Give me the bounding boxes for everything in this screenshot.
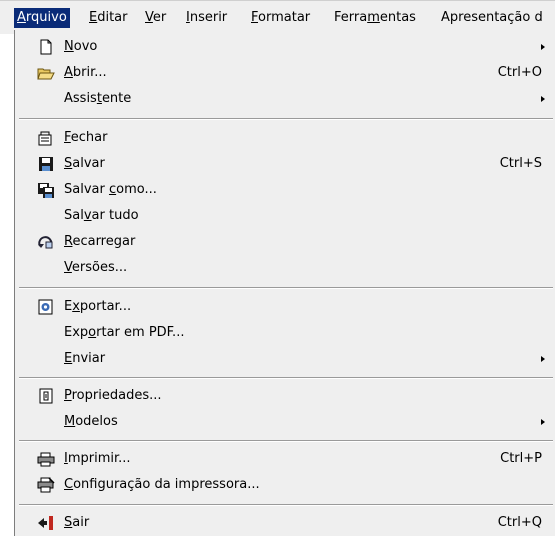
- separator: [19, 440, 553, 442]
- menu-ferramentas-mnemonic: m: [367, 10, 380, 25]
- menu-ver[interactable]: Ver: [142, 8, 169, 28]
- menu-item-configuracao-impressora[interactable]: Configuração da impressora...: [15, 472, 555, 498]
- menu-arquivo[interactable]: Arquivo: [14, 8, 70, 28]
- save-as-icon: [37, 182, 55, 198]
- menu-editar[interactable]: Editar: [86, 8, 131, 28]
- menu-item-fechar[interactable]: Fechar: [15, 125, 555, 151]
- printer-icon: [37, 451, 55, 467]
- menu-item-versoes[interactable]: Versões...: [15, 255, 555, 281]
- menu-item-label: Exportar...: [64, 299, 132, 314]
- menu-ferramentas-pre: Ferra: [334, 10, 368, 25]
- separator: [19, 118, 553, 120]
- menu-item-label: Imprimir...: [64, 451, 131, 466]
- menu-inserir[interactable]: Inserir: [183, 8, 230, 28]
- menu-item-label: Novo: [64, 39, 98, 54]
- menu-item-novo[interactable]: Novo: [15, 34, 555, 60]
- menu-item-label: Modelos: [64, 414, 118, 429]
- reload-icon: [37, 234, 55, 250]
- menu-item-label: Salvar como...: [64, 182, 157, 197]
- open-folder-icon: [37, 65, 55, 81]
- menu-formatar[interactable]: Formatar: [248, 8, 313, 28]
- menu-item-propriedades[interactable]: Propriedades...: [15, 383, 555, 409]
- submenu-arrow-icon: [541, 96, 545, 102]
- menu-item-label: Enviar: [64, 351, 106, 366]
- menu-item-salvar-como[interactable]: Salvar como...: [15, 177, 555, 203]
- shortcut-label: Ctrl+S: [499, 156, 542, 171]
- printer-setup-icon: [37, 477, 55, 493]
- menu-item-label: Propriedades...: [64, 388, 162, 403]
- submenu-arrow-icon: [541, 419, 545, 425]
- menu-item-enviar[interactable]: Enviar: [15, 346, 555, 372]
- menu-editar-mnemonic: E: [89, 10, 98, 25]
- separator: [19, 504, 553, 506]
- menu-item-exportar-pdf[interactable]: Exportar em PDF...: [15, 320, 555, 346]
- shortcut-label: Ctrl+P: [500, 451, 542, 466]
- menu-arquivo-rest: rquivo: [25, 10, 67, 25]
- menu-arquivo-mnemonic: A: [17, 10, 26, 25]
- menu-item-assistente[interactable]: Assistente: [15, 86, 555, 112]
- menu-item-imprimir[interactable]: Imprimir... Ctrl+P: [15, 446, 555, 472]
- shortcut-label: Ctrl+Q: [497, 515, 542, 530]
- menu-formatar-rest: ormatar: [258, 10, 311, 25]
- shortcut-label: Ctrl+O: [497, 65, 542, 80]
- menu-item-label: Fechar: [64, 130, 108, 145]
- menu-item-recarregar[interactable]: Recarregar: [15, 229, 555, 255]
- export-icon: [37, 299, 55, 315]
- menu-item-label: Sair: [64, 515, 90, 530]
- menu-item-label: Abrir...: [64, 65, 107, 80]
- file-menu-dropdown: Novo Abrir... Ctrl+O Assistente Fechar S…: [14, 30, 555, 536]
- separator: [19, 377, 553, 379]
- menu-item-modelos[interactable]: Modelos: [15, 409, 555, 435]
- menu-apresentacao[interactable]: Apresentação d: [438, 8, 546, 28]
- menu-item-label: Salvar tudo: [64, 208, 139, 223]
- menu-item-label: Assistente: [64, 91, 132, 106]
- menu-item-label: Recarregar: [64, 234, 136, 249]
- exit-icon: [37, 515, 55, 531]
- properties-icon: [37, 388, 55, 404]
- menu-item-label: Configuração da impressora...: [64, 477, 260, 492]
- menu-item-salvar-tudo[interactable]: Salvar tudo: [15, 203, 555, 229]
- menu-ver-mnemonic: V: [145, 10, 153, 25]
- menu-inserir-rest: nserir: [189, 10, 228, 25]
- menu-item-salvar[interactable]: Salvar Ctrl+S: [15, 151, 555, 177]
- new-document-icon: [37, 39, 55, 55]
- submenu-arrow-icon: [541, 44, 545, 50]
- menubar: Arquivo Editar Ver Inserir Formatar Ferr…: [0, 0, 555, 34]
- menu-item-label: Exportar em PDF...: [64, 325, 185, 340]
- menu-item-label: Versões...: [64, 260, 128, 275]
- menu-ferramentas[interactable]: Ferramentas: [331, 8, 419, 28]
- separator: [19, 287, 553, 289]
- menu-item-label: Salvar: [64, 156, 105, 171]
- menu-apresentacao-label: Apresentação d: [441, 10, 543, 25]
- menu-editar-rest: ditar: [97, 10, 128, 25]
- menu-item-exportar[interactable]: Exportar...: [15, 294, 555, 320]
- submenu-arrow-icon: [541, 356, 545, 362]
- menu-formatar-mnemonic: F: [251, 10, 259, 25]
- save-icon: [37, 156, 55, 172]
- menu-item-abrir[interactable]: Abrir... Ctrl+O: [15, 60, 555, 86]
- close-document-icon: [37, 130, 55, 146]
- menu-ferramentas-rest: entas: [379, 10, 416, 25]
- menu-ver-rest: er: [152, 10, 167, 25]
- menu-item-sair[interactable]: Sair Ctrl+Q: [15, 510, 555, 536]
